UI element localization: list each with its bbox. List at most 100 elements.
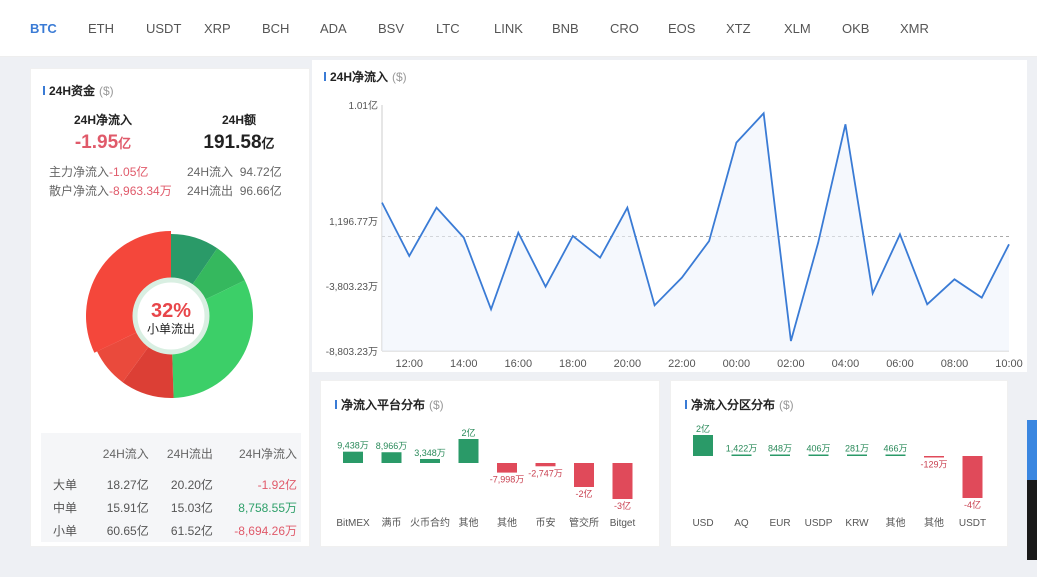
x-tick-label: 14:00 [450,358,478,370]
bar [458,439,479,463]
bar [612,463,633,499]
retail-net-inflow: 散户净流入-8,963.34万 [49,184,172,198]
donut-percent: 32% [151,300,191,322]
x-tick-label: 22:00 [668,358,696,370]
tab-usdt[interactable]: USDT [146,21,204,36]
bar [381,452,402,463]
y-tick-label: -8,803.23万 [326,347,378,358]
tab-bsv[interactable]: BSV [378,21,436,36]
table-cell: -8,694.26万 [234,524,297,538]
tab-xlm[interactable]: XLM [784,21,842,36]
tab-eth[interactable]: ETH [88,21,146,36]
table-cell: 中单 [53,501,78,515]
funds-24h-panel: 24H资金 ($) 24H净流入 -1.95亿 24H额 191.58亿 主力净流… [30,68,310,547]
bar [885,454,906,456]
bar [770,454,790,456]
category-label: 币安 [536,516,556,529]
table-cell: 8,758.55万 [238,501,297,515]
main-net-inflow: 主力净流入-1.05亿 [49,165,149,179]
bar [535,463,556,467]
table-cell: -1.92亿 [257,478,297,492]
tab-xrp[interactable]: XRP [204,21,262,36]
y-tick-label: 1,196.77万 [329,217,378,228]
side-widget[interactable] [1027,420,1037,480]
table-cell: 60.65亿 [106,524,149,538]
table-row: 大单 18.27亿 20.20亿 -1.92亿 [41,473,301,496]
net-inflow-stat: 24H净流入 -1.95亿 [73,113,132,153]
table-cell: 15.91亿 [106,501,149,515]
x-tick-label: 08:00 [941,358,969,370]
category-label: USDT [959,518,986,529]
bar-value-label: -2,747万 [528,468,563,478]
side-widget-dark[interactable] [1027,480,1037,560]
table-cell: 15.03亿 [170,501,213,515]
tab-okb[interactable]: OKB [842,21,900,36]
category-label: 火币合约 [410,516,450,529]
tab-ada[interactable]: ADA [320,21,378,36]
table-cell: 61.52亿 [170,524,213,538]
tab-cro[interactable]: CRO [610,21,668,36]
bar [731,454,752,456]
panel-title: 24H资金 ($) [43,82,114,99]
x-tick-label: 16:00 [505,358,533,370]
bar-value-label: 3,348万 [414,448,446,458]
x-tick-label: 04:00 [832,358,860,370]
category-label: AQ [734,518,749,529]
category-label: 其他 [459,516,479,529]
bar [693,435,713,456]
bar [420,458,440,463]
region-distribution-panel: 净流入分区分布 ($) 2亿 USD 1,422万 AQ 848万 EUR 406万 USDP 2… [670,380,1008,547]
tab-eos[interactable]: EOS [668,21,726,36]
tab-xtz[interactable]: XTZ [726,21,784,36]
x-tick-label: 10:00 [995,358,1023,370]
bar [808,454,829,456]
tab-btc[interactable]: BTC [30,21,88,36]
bar [962,456,983,498]
inflow-24h: 24H流入 94.72亿 [187,165,282,179]
table-row: 小单 60.65亿 61.52亿 -8,694.26万 [41,519,301,542]
net-inflow-line-chart: 1.01亿 1,196.77万 -3,803.23万 -8,803.23万 12:00 1… [326,99,1023,370]
category-label: USD [692,518,713,529]
x-tick-label: 02:00 [777,358,805,370]
tab-xmr[interactable]: XMR [900,21,958,36]
category-label: USDP [805,518,833,529]
bar-value-label: -2亿 [575,488,592,499]
region-bar-chart: 2亿 USD 1,422万 AQ 848万 EUR 406万 USDP 281万 KRW 466万其… [692,423,986,529]
table-cell: 20.20亿 [170,478,213,492]
column-header [41,433,89,473]
category-label: EUR [769,518,790,529]
x-tick-label: 12:00 [395,358,423,370]
bar-value-label: -3亿 [614,500,631,511]
platform-bar-chart: 9,438万 BitMEX 8,966万满币 3,348万火币合约 2亿其他 -7,998… [336,427,635,529]
x-tick-label: 20:00 [614,358,642,370]
flow-donut-chart: 32%小单流出 [86,231,254,398]
flow-table: 24H流入 24H流出 24H净流入 大单 18.27亿 20.20亿 -1.92亿 中单 15… [41,433,301,542]
table-row: 中单 15.91亿 15.03亿 8,758.55万 [41,496,301,519]
table-cell: 小单 [53,524,78,538]
net-inflow-chart-panel: 24H净流入 ($) 1.01亿 1,196.77万 -3,803.23万 -8,803… [312,60,1027,372]
bar-value-label: 9,438万 [337,441,369,451]
tab-bch[interactable]: BCH [262,21,320,36]
tab-link[interactable]: LINK [494,21,552,36]
column-header: 24H流入 [102,446,149,461]
bar-value-label: -4亿 [964,499,981,510]
donut-label: 小单流出 [147,322,195,336]
x-tick-label: 00:00 [723,358,751,370]
outflow-24h: 24H流出 96.66亿 [187,184,282,198]
category-label: KRW [845,518,869,529]
x-tick-label: 06:00 [886,358,914,370]
bar-value-label: 1,422万 [726,444,758,454]
category-label: BitMEX [336,518,370,529]
bar-value-label: 848万 [768,444,792,454]
column-header: 24H净流入 [238,446,297,461]
line-area [382,113,1009,351]
y-tick-label: -3,803.23万 [326,282,378,293]
table-cell: 18.27亿 [106,478,149,492]
platform-distribution-panel: 净流入平台分布 ($) 9,438万 BitMEX 8,966万 满币 3,348万 火币合… [320,380,660,547]
tab-bnb[interactable]: BNB [552,21,610,36]
coin-tabs: BTC ETH USDT XRP BCH ADA BSV LTC LINK BNB CRO EOS XT… [0,0,1037,57]
bar-value-label: -7,998万 [490,475,525,485]
bar-value-label: 466万 [883,444,907,454]
tab-ltc[interactable]: LTC [436,21,494,36]
bar [847,454,867,456]
